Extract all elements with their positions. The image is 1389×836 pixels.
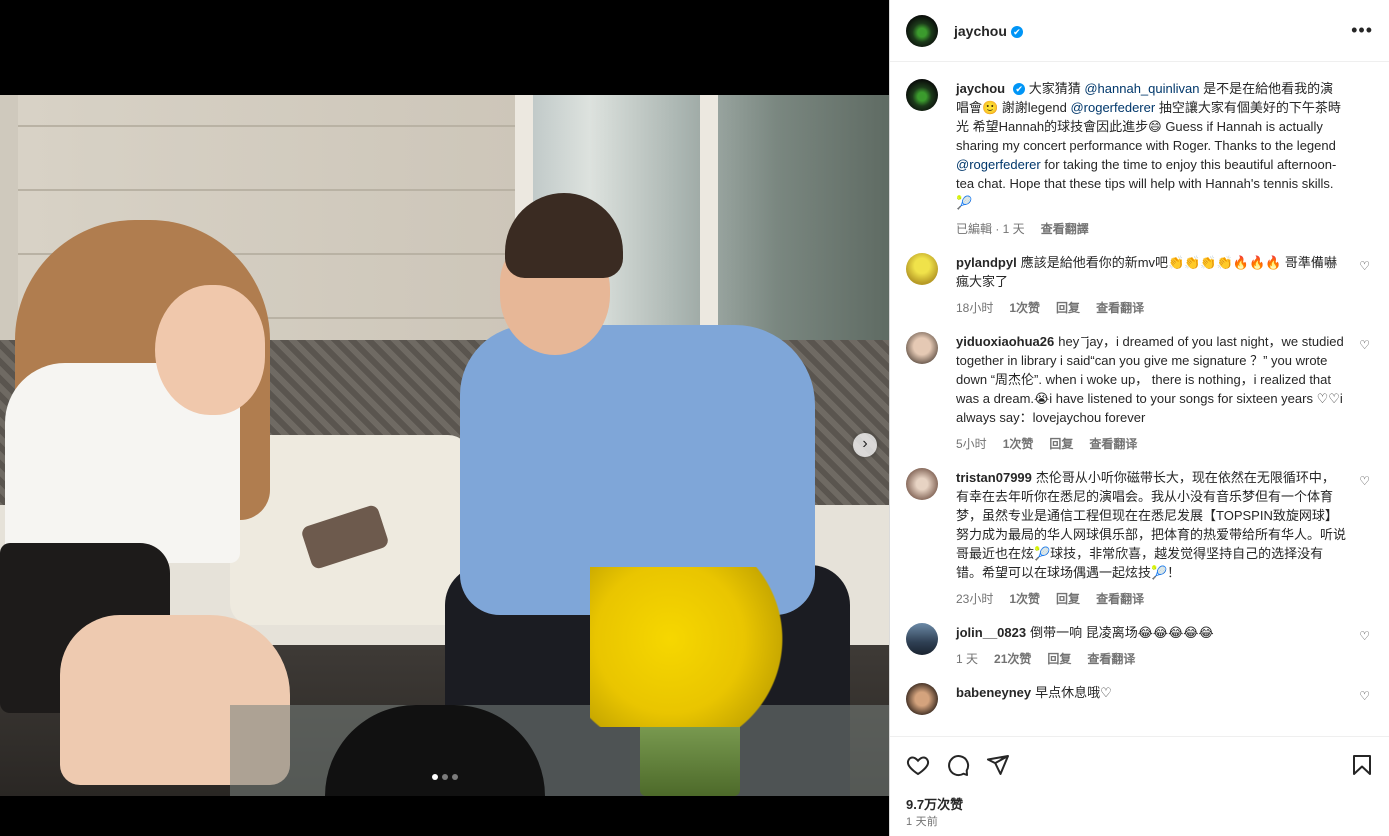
comment-likes[interactable]: 1次赞 [1009, 590, 1040, 607]
comment-likes[interactable]: 21次赞 [994, 650, 1031, 667]
caption-username[interactable]: jaychou [956, 81, 1005, 96]
post-media[interactable]: › [0, 0, 889, 836]
carousel-dot [442, 774, 448, 780]
see-translation-button[interactable]: 查看翻译 [1096, 299, 1144, 316]
reply-button[interactable]: 回复 [1056, 299, 1080, 316]
comment-text: babeneyney 早点休息哦♡ [956, 685, 1112, 700]
comment-username[interactable]: yiduoxiaohua26 [956, 334, 1054, 349]
comment-like-heart-icon[interactable]: ♡ [1359, 689, 1370, 703]
comment-like-heart-icon[interactable]: ♡ [1359, 338, 1370, 352]
caption-meta: 已編輯 · 1 天 查看翻譯 [956, 220, 1346, 237]
post-action-bar [890, 736, 1389, 792]
carousel-next-button[interactable]: › [853, 433, 877, 457]
mention-link[interactable]: @rogerfederer [956, 157, 1041, 172]
comment-time: 1 天 [956, 652, 979, 666]
comment-item: pylandpyl 應該是給他看你的新mv吧👏👏👏👏🔥🔥🔥 哥準備嚇瘋大家了 18… [906, 253, 1374, 316]
author-avatar[interactable] [906, 14, 938, 47]
comment-likes[interactable]: 1次赞 [1003, 435, 1034, 452]
comment-username[interactable]: babeneyney [956, 685, 1031, 700]
commenter-avatar[interactable] [906, 253, 938, 285]
post-side-panel: jaychou ✔ ••• jaychou ✔ 大家猜猜 @hannah_quinl… [889, 0, 1389, 836]
caption-text: jaychou ✔ 大家猜猜 @hannah_quinlivan 是不是在給他看我… [956, 81, 1341, 210]
comment-meta: 5小时 1次赞 回复 查看翻译 [956, 435, 1346, 452]
comment-time: 23小时 [956, 592, 994, 606]
mention-link[interactable]: @hannah_quinlivan [1084, 81, 1199, 96]
comment-bubble-icon[interactable] [946, 753, 970, 777]
see-translation-button[interactable]: 查看翻译 [1089, 435, 1137, 452]
comment-item: jolin__0823 倒带一响 昆凌离场😂😂😂😂😂 1 天 21次赞 回复 查看… [906, 623, 1374, 667]
mention-link[interactable]: @rogerfederer [1070, 100, 1155, 115]
comment-like-heart-icon[interactable]: ♡ [1359, 259, 1370, 273]
carousel-dot-active [432, 774, 438, 780]
reply-button[interactable]: 回复 [1049, 435, 1073, 452]
post-header: jaychou ✔ ••• [890, 0, 1389, 62]
bookmark-icon[interactable] [1350, 753, 1374, 777]
author-username[interactable]: jaychou ✔ [954, 23, 1023, 39]
comment-text: tristan07999 杰伦哥从小听你磁带长大，现在依然在无限循环中，有幸在去年… [956, 470, 1347, 580]
carousel-indicator [432, 774, 458, 780]
commenter-avatar[interactable] [906, 332, 938, 364]
comment-meta: 23小时 1次赞 回复 查看翻译 [956, 590, 1346, 607]
comment-time: 18小时 [956, 301, 994, 315]
caption-edited-time: 已編輯 · 1 天 [956, 222, 1025, 236]
post-timestamp: 1 天前 [906, 816, 938, 828]
comments-list[interactable]: jaychou ✔ 大家猜猜 @hannah_quinlivan 是不是在給他看我… [890, 63, 1389, 736]
verified-badge-icon: ✔ [1013, 83, 1026, 95]
likes-count[interactable]: 9.7万次赞 [906, 794, 963, 813]
comment-likes[interactable]: 1次赞 [1009, 299, 1040, 316]
comment-like-heart-icon[interactable]: ♡ [1359, 474, 1370, 488]
comment-time: 5小时 [956, 437, 987, 451]
more-options-icon[interactable]: ••• [1351, 20, 1373, 41]
comment-username[interactable]: jolin__0823 [956, 625, 1026, 640]
post-photo[interactable] [0, 95, 889, 796]
comment-item: babeneyney 早点休息哦♡ ♡ [906, 683, 1374, 715]
comment-meta: 18小时 1次赞 回复 查看翻译 [956, 299, 1346, 316]
commenter-avatar[interactable] [906, 683, 938, 715]
commenter-avatar[interactable] [906, 468, 938, 500]
comment-like-heart-icon[interactable]: ♡ [1359, 629, 1370, 643]
reply-button[interactable]: 回复 [1056, 590, 1080, 607]
post-caption: jaychou ✔ 大家猜猜 @hannah_quinlivan 是不是在給他看我… [906, 79, 1374, 237]
comment-username[interactable]: tristan07999 [956, 470, 1032, 485]
comment-text: pylandpyl 應該是給他看你的新mv吧👏👏👏👏🔥🔥🔥 哥準備嚇瘋大家了 [956, 255, 1337, 289]
chevron-right-icon: › [862, 435, 868, 452]
photo-woman-face [155, 285, 265, 415]
photo-flowers [590, 567, 790, 727]
see-translation-button[interactable]: 查看翻译 [1096, 590, 1144, 607]
like-heart-icon[interactable] [906, 753, 930, 777]
author-avatar[interactable] [906, 79, 938, 111]
reply-button[interactable]: 回复 [1047, 650, 1071, 667]
share-send-icon[interactable] [986, 753, 1010, 777]
comment-item: yiduoxiaohua26 hey ̄ ̄jay，i dreamed of yo… [906, 332, 1374, 452]
see-translation-button[interactable]: 查看翻譯 [1041, 220, 1089, 237]
see-translation-button[interactable]: 查看翻译 [1087, 650, 1135, 667]
verified-badge-icon: ✔ [1010, 25, 1023, 38]
comment-item: tristan07999 杰伦哥从小听你磁带长大，现在依然在无限循环中，有幸在去年… [906, 468, 1374, 607]
carousel-dot [452, 774, 458, 780]
comment-text: jolin__0823 倒带一响 昆凌离场😂😂😂😂😂 [956, 625, 1214, 640]
comment-meta: 1 天 21次赞 回复 查看翻译 [956, 650, 1346, 667]
comment-username[interactable]: pylandpyl [956, 255, 1017, 270]
comment-text: yiduoxiaohua26 hey ̄ ̄jay，i dreamed of yo… [956, 334, 1344, 425]
commenter-avatar[interactable] [906, 623, 938, 655]
